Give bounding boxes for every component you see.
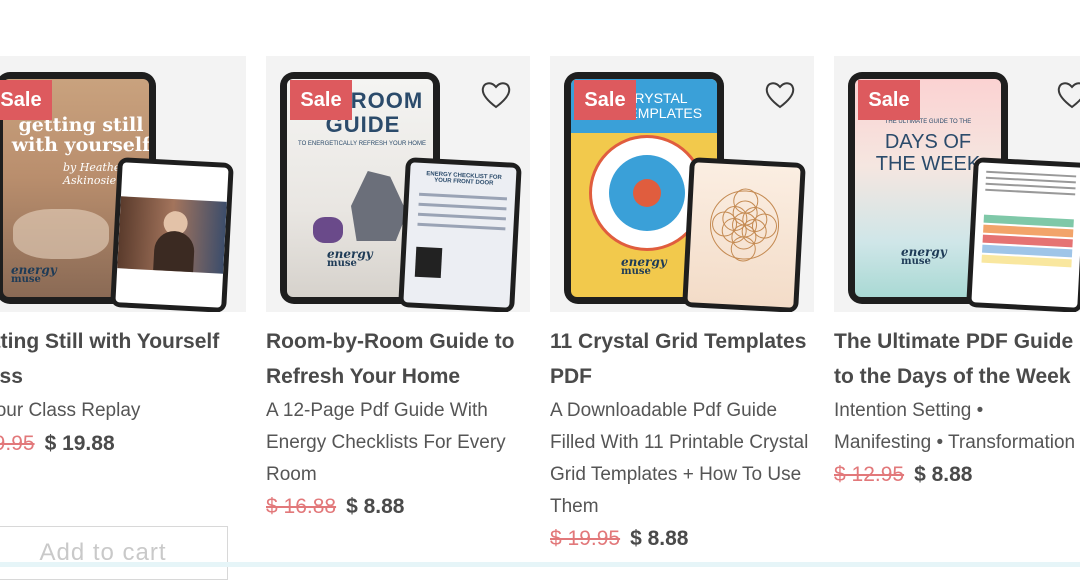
product-description: Hour Class Replay xyxy=(0,400,141,421)
sale-badge: Sale xyxy=(290,80,352,120)
product-description: A Downloadable Pdf Guide Filled With 11 … xyxy=(550,400,809,517)
brand-logo: energy muse xyxy=(901,245,947,267)
product-title[interactable]: The Ultimate PDF Guide to the Days of th… xyxy=(834,324,1080,394)
brand-logo: energy muse xyxy=(11,263,57,285)
product-title[interactable]: etting Still with Yourself lass xyxy=(0,324,252,394)
product-price: 39.95 $ 19.88 xyxy=(0,428,115,460)
heart-icon[interactable] xyxy=(480,80,512,110)
product-title[interactable]: 11 Crystal Grid Templates PDF xyxy=(550,324,812,394)
add-to-cart-button[interactable]: Add to cart xyxy=(0,526,228,580)
sale-badge: Sale xyxy=(858,80,920,120)
sale-price: $ 19.88 xyxy=(44,432,115,455)
original-price: $ 19.95 xyxy=(550,527,621,550)
tablet-mockup-small xyxy=(110,157,234,312)
product-image[interactable]: RYSTAL TEMPLATES energy muse Sale xyxy=(550,56,814,312)
brand-logo: energy muse xyxy=(327,247,373,269)
tablet-mockup-small xyxy=(966,157,1080,312)
product-price: $ 19.95 $ 8.88 xyxy=(550,523,688,555)
heart-icon[interactable] xyxy=(1056,80,1080,110)
product-image[interactable]: getting still with yourself by Heather A… xyxy=(0,56,246,312)
sale-price: $ 8.88 xyxy=(346,495,405,518)
original-price: 39.95 xyxy=(0,432,35,455)
product-description: Intention Setting • Manifesting • Transf… xyxy=(834,400,1076,453)
original-price: $ 16.88 xyxy=(266,495,337,518)
product-image[interactable]: THE ULTIMATE GUIDE TO THE DAYS OF THE WE… xyxy=(834,56,1080,312)
flower-of-life-graphic xyxy=(710,188,780,262)
product-description: A 12-Page Pdf Guide With Energy Checklis… xyxy=(266,400,506,485)
heart-icon[interactable] xyxy=(764,80,796,110)
sale-badge: Sale xyxy=(0,80,52,120)
sale-badge: Sale xyxy=(574,80,636,120)
cover-title: getting still with yourself xyxy=(11,114,149,156)
tablet-mockup-small xyxy=(682,157,806,312)
brand-logo: energy muse xyxy=(621,255,667,277)
small-cover-title: ENERGY CHECKLIST FOR YOUR FRONT DOOR xyxy=(426,171,502,187)
sale-price: $ 8.88 xyxy=(914,463,973,486)
section-divider xyxy=(0,562,1080,567)
sale-price: $ 8.88 xyxy=(630,527,689,550)
cover-subtitle: TO ENERGETICALLY REFRESH YOUR HOME xyxy=(298,141,426,147)
tablet-mockup-small: ENERGY CHECKLIST FOR YOUR FRONT DOOR xyxy=(398,157,522,312)
product-title[interactable]: Room-by-Room Guide to Refresh Your Home xyxy=(266,324,528,394)
original-price: $ 12.95 xyxy=(834,463,905,486)
product-image[interactable]: -BY-ROOM GUIDE TO ENERGETICALLY REFRESH … xyxy=(266,56,530,312)
product-price: $ 16.88 $ 8.88 xyxy=(266,491,404,523)
product-price: $ 12.95 $ 8.88 xyxy=(834,459,972,491)
